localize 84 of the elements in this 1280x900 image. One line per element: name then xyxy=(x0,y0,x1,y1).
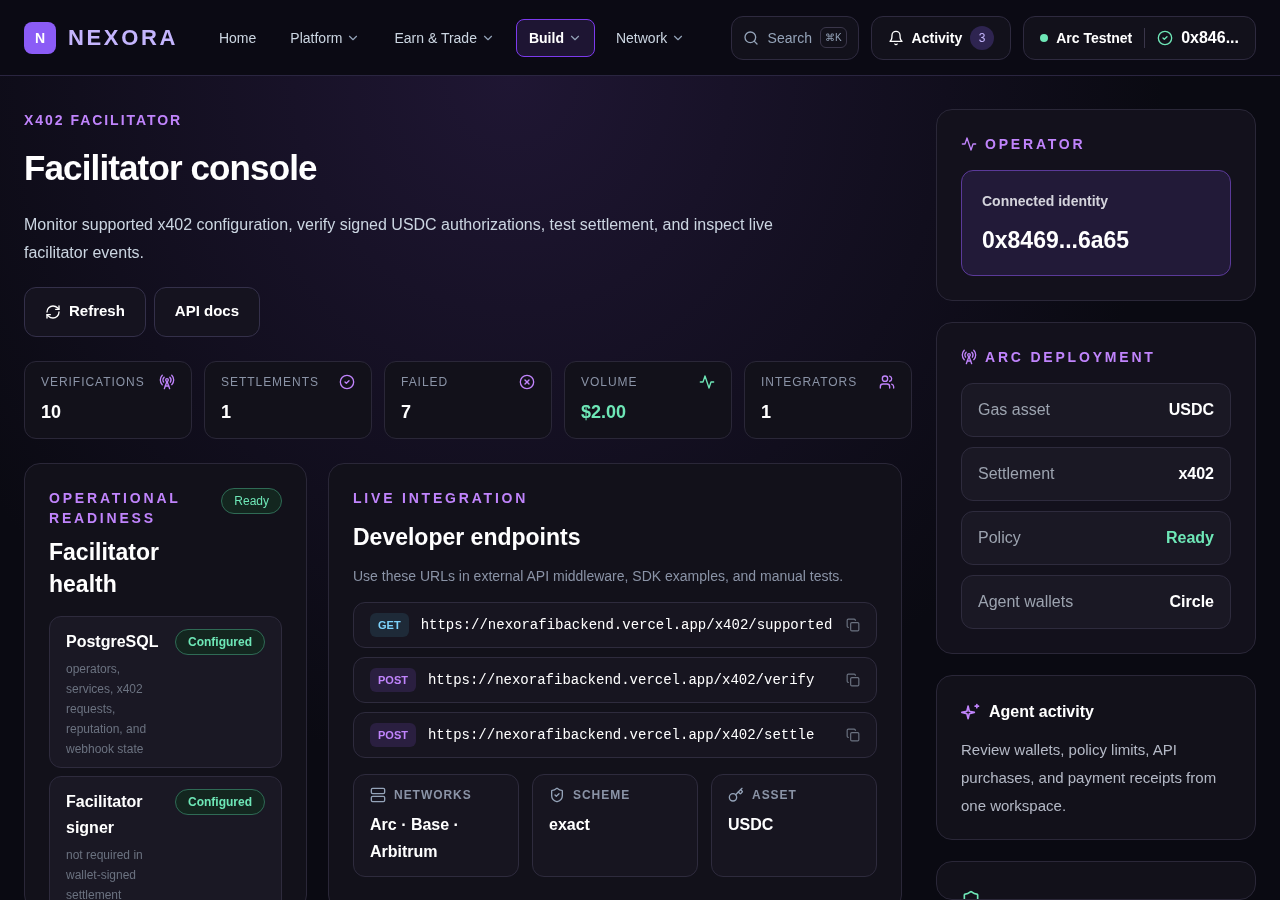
antenna-icon xyxy=(961,349,977,365)
copy-icon xyxy=(846,728,860,742)
fact-value: USDC xyxy=(728,815,775,835)
fact-label: NETWORKS xyxy=(394,787,472,803)
stat-label: INTEGRATORS xyxy=(761,373,858,390)
row-value: x402 xyxy=(1178,464,1214,484)
stat-value: 7 xyxy=(401,400,412,424)
stat-value: $2.00 xyxy=(581,400,628,424)
row-value: USDC xyxy=(1168,400,1214,420)
item-name: Facilitator signer xyxy=(66,791,144,838)
page-title: Facilitator console xyxy=(24,147,318,189)
nav-item[interactable]: Build xyxy=(515,18,595,57)
stat-label: SETTLEMENTS xyxy=(221,373,319,390)
fact-value: Arc · Base · Arbitrum xyxy=(370,815,460,862)
eyebrow-label: LIVE INTEGRATION xyxy=(353,488,530,508)
logo-badge: N xyxy=(24,21,56,54)
network-name: Arc Testnet xyxy=(1056,28,1133,48)
activity-button[interactable]: Activity 3 xyxy=(870,15,1012,60)
eyebrow-label: X402 FACILITATOR xyxy=(24,111,184,130)
fact-label: ASSET xyxy=(752,787,797,803)
status-badge: Configured xyxy=(175,628,265,655)
nav-item[interactable]: Platform xyxy=(277,18,374,57)
row-label: Settlement xyxy=(978,464,1055,484)
fact-value: exact xyxy=(549,815,591,835)
card-title: Agent activity xyxy=(989,702,1094,722)
copy-icon xyxy=(846,673,860,687)
pulse-icon xyxy=(961,136,977,152)
nav-item[interactable]: Earn & Trade xyxy=(381,18,508,57)
copy-icon xyxy=(846,618,860,632)
eyebrow-label: OPERATOR xyxy=(985,135,1086,154)
identity-address: 0x8469...6a65 xyxy=(982,226,1131,255)
item-description: not required in wallet-signed settlement xyxy=(66,846,144,900)
wallet-pill[interactable]: Arc Testnet 0x846... xyxy=(1023,15,1256,60)
refresh-icon xyxy=(45,303,61,320)
item-description: operators, services, x402 requests, reputation, and webhook state xyxy=(66,660,148,758)
fact-label: SCHEME xyxy=(573,787,631,803)
status-badge: Configured xyxy=(175,788,265,815)
row-value: Ready xyxy=(1165,528,1214,548)
method-badge: POST xyxy=(370,667,416,693)
item-name: PostgreSQL xyxy=(66,631,160,652)
row-value: Circle xyxy=(1169,592,1214,612)
page-description: Monitor supported x402 configuration, verify signed USDC authorizations, test settlement, and inspect live facilitator events. xyxy=(24,214,774,263)
row-label: Gas asset xyxy=(978,400,1051,420)
card-title: Developer endpoints xyxy=(353,522,582,552)
row-label: Policy xyxy=(978,528,1021,548)
nav-item[interactable]: Network xyxy=(602,18,699,57)
stat-label: FAILED xyxy=(401,373,449,390)
server-icon xyxy=(370,787,386,803)
pulse-icon xyxy=(699,373,715,390)
brand-name: NEXORA xyxy=(68,24,178,52)
key-icon xyxy=(728,787,744,803)
card-title: Facilitator health xyxy=(49,537,160,599)
shield-icon xyxy=(549,787,565,803)
method-badge: GET xyxy=(370,612,409,638)
action-button[interactable]: Refresh xyxy=(24,286,146,337)
stat-label: VOLUME xyxy=(581,373,638,390)
stat-value: 1 xyxy=(761,400,772,424)
action-button[interactable]: API docs xyxy=(153,286,261,337)
count-badge: 3 xyxy=(970,25,995,50)
row-label: Agent wallets xyxy=(978,592,1074,612)
nav-item[interactable]: Home xyxy=(205,18,270,57)
method-badge: POST xyxy=(370,722,416,748)
wallet-address: 0x846... xyxy=(1181,27,1239,48)
users-icon xyxy=(879,373,895,390)
search-icon xyxy=(742,29,759,46)
card-description: Review wallets, policy limits, API purchases, and payment receipts from one workspace. xyxy=(961,740,1218,816)
stat-label: VERIFICATIONS xyxy=(41,373,145,390)
stat-value: 1 xyxy=(221,400,232,424)
status-badge: Ready xyxy=(221,487,282,514)
x-circle-icon xyxy=(519,373,535,390)
eyebrow-label: OPERATIONAL READINESS xyxy=(49,488,182,528)
shortcut-key: ⌘K xyxy=(819,26,847,48)
endpoint-url: https://nexorafibackend.vercel.app/x402/settle xyxy=(427,725,815,745)
eyebrow-label: ARC DEPLOYMENT xyxy=(985,348,1156,367)
stat-value: 10 xyxy=(41,400,63,424)
endpoint-url: https://nexorafibackend.vercel.app/x402/supported xyxy=(420,615,833,635)
endpoint-url: https://nexorafibackend.vercel.app/x402/verify xyxy=(427,670,815,690)
identity-label: Connected identity xyxy=(982,192,1109,211)
check-circle-icon xyxy=(1157,29,1174,46)
card-description: Use these URLs in external API middleware, SDK examples, and manual tests. xyxy=(353,567,845,586)
sparkle-icon xyxy=(961,702,981,722)
bell-icon xyxy=(887,29,904,46)
check-circle-icon xyxy=(339,373,355,390)
antenna-icon xyxy=(159,373,175,390)
